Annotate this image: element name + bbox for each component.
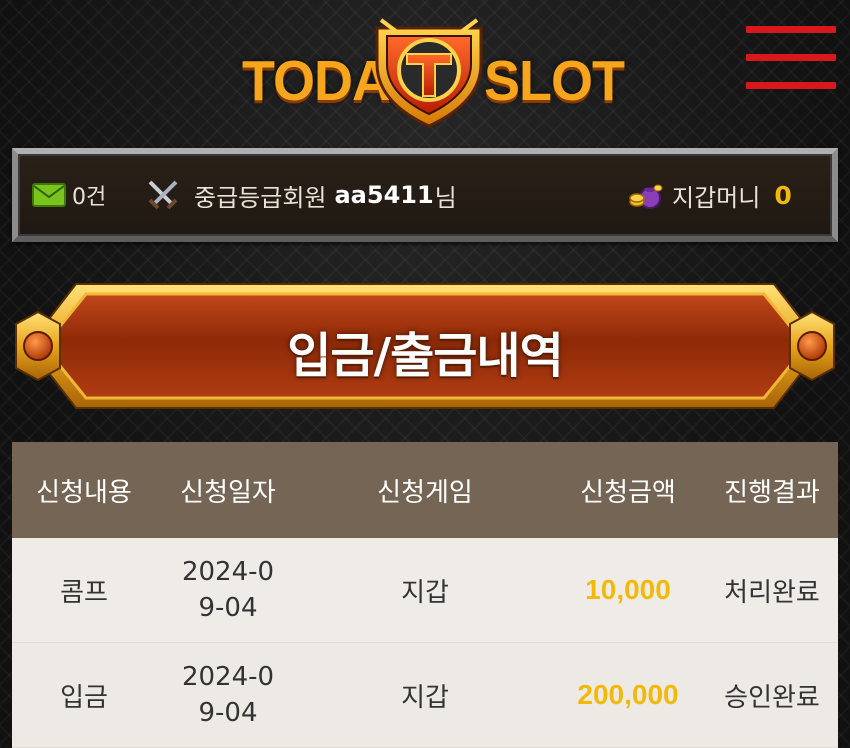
menu-bar — [746, 82, 836, 89]
hamburger-menu-icon[interactable] — [746, 24, 836, 92]
cell-game: 지갑 — [401, 577, 449, 608]
cell-game: 지갑 — [401, 682, 449, 713]
column-header-amount: 신청금액 — [580, 477, 676, 508]
mail-icon — [32, 183, 66, 207]
logo-emblem-icon — [375, 18, 483, 128]
mail-status[interactable]: 0건 — [32, 176, 106, 214]
column-header-type: 신청내용 — [36, 477, 132, 508]
cell-result: 승인완료 — [724, 682, 820, 713]
mail-count: 0건 — [72, 185, 107, 210]
logo-word-slot: SLOT — [484, 49, 625, 113]
wallet-amount: 0 — [774, 180, 792, 210]
member-grade: 중급등급회원 — [194, 183, 327, 212]
wallet-info[interactable]: 지갑머니 0 — [628, 176, 792, 214]
page-title-banner: 입금/출금내역 — [14, 280, 836, 412]
site-logo[interactable]: TODAY SLOT — [240, 14, 625, 130]
page-title: 입금/출금내역 — [287, 328, 564, 384]
member-info: 중급등급회원 aa5411 님 — [146, 176, 457, 214]
menu-bar — [746, 54, 836, 61]
column-header-result: 진행결과 — [724, 477, 820, 508]
username-honorific: 님 — [434, 183, 457, 212]
cell-amount: 200,000 — [577, 679, 679, 710]
cell-date: 2024-09-04 — [181, 557, 275, 623]
column-header-date: 신청일자 — [180, 477, 276, 508]
table-header-row: 신청내용 신청일자 신청게임 신청금액 진행결과 — [12, 442, 838, 538]
menu-bar — [746, 26, 836, 33]
cell-date: 2024-09-04 — [181, 662, 275, 728]
cell-amount: 10,000 — [585, 574, 671, 605]
coin-pouch-icon — [629, 184, 663, 209]
table-row[interactable]: 입금 2024-09-04 지갑 200,000 승인완료 — [12, 643, 838, 748]
cell-type: 입금 — [60, 682, 108, 713]
crossed-swords-icon — [148, 180, 178, 210]
username: aa5411 — [334, 181, 434, 209]
transaction-history-table: 신청내용 신청일자 신청게임 신청금액 진행결과 콤프 2024-09-04 지… — [12, 442, 838, 748]
table-row[interactable]: 콤프 2024-09-04 지갑 10,000 처리완료 — [12, 538, 838, 643]
column-header-game: 신청게임 — [377, 477, 473, 508]
cell-type: 콤프 — [60, 577, 108, 608]
wallet-label: 지갑머니 — [672, 183, 761, 212]
cell-result: 처리완료 — [724, 577, 820, 608]
site-header: TODAY SLOT — [0, 0, 850, 140]
user-info-bar: 0건 중급등급회원 aa5411 님 지갑머니 0 — [12, 148, 838, 242]
